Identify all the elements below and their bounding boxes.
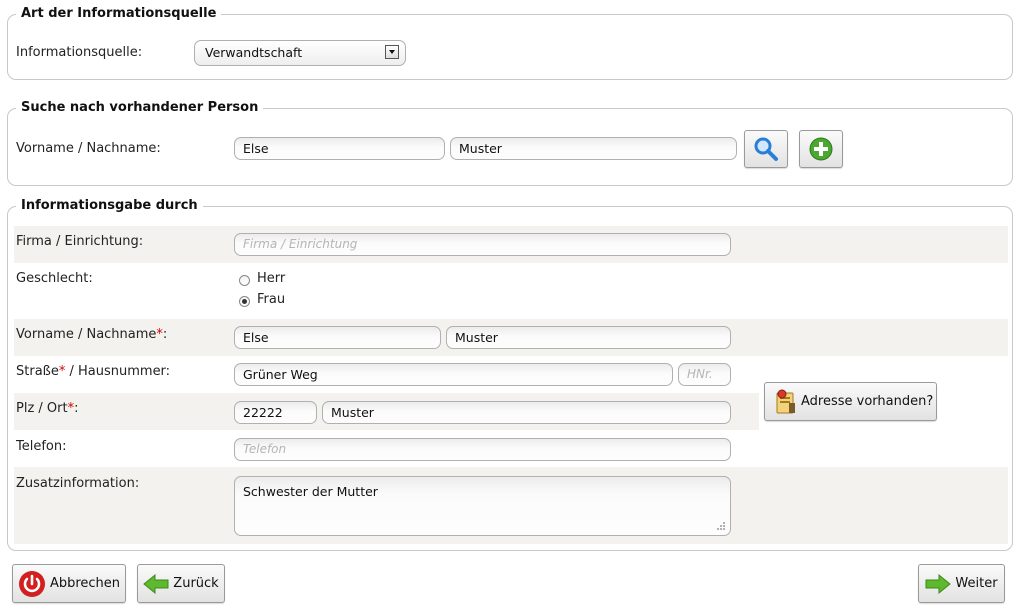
info-source-legend: Art der Informationsquelle (16, 5, 222, 23)
address-exists-button[interactable]: Adresse vorhanden? (764, 382, 937, 421)
search-name-label: Vorname / Nachname: (16, 141, 161, 156)
back-button[interactable]: Zurück (137, 564, 225, 603)
phone-input[interactable]: Telefon (234, 438, 731, 461)
info-source-select[interactable]: Verwandtschaft (194, 40, 406, 66)
company-label: Firma / Einrichtung: (16, 234, 144, 249)
gender-radio-herr[interactable] (239, 275, 250, 286)
last-name-input[interactable]: Muster (446, 326, 731, 349)
next-label: Weiter (955, 576, 998, 591)
extra-info-textarea[interactable]: Schwester der Mutter (234, 476, 731, 536)
gender-label: Geschlecht: (16, 271, 93, 286)
address-book-icon (776, 389, 795, 413)
next-button[interactable]: Weiter (918, 564, 1005, 603)
search-person-legend: Suche nach vorhandener Person (16, 99, 264, 117)
label-colon: : (74, 401, 79, 416)
gender-radio-frau[interactable] (239, 296, 250, 307)
street-label: Straße* / Hausnummer: (16, 364, 170, 380)
resize-grip-icon[interactable] (716, 521, 726, 531)
info-source-label: Informationsquelle: (16, 45, 143, 60)
street-label-text: Straße (16, 364, 59, 379)
plus-circle-icon (809, 137, 833, 161)
back-label: Zurück (173, 576, 219, 591)
search-first-name-input[interactable]: Else (234, 137, 445, 160)
dropdown-arrow-icon[interactable] (385, 45, 399, 59)
zip-city-label-text: Plz / Ort (16, 401, 68, 416)
house-number-label-text: / Hausnummer: (65, 364, 171, 379)
name-label: Vorname / Nachname*: (16, 327, 167, 343)
arrow-left-icon (143, 573, 169, 594)
street-input[interactable]: Grüner Weg (234, 363, 673, 386)
info-source-selected-value: Verwandtschaft (205, 45, 303, 60)
name-label-text: Vorname / Nachname (16, 327, 157, 342)
first-name-input[interactable]: Else (234, 326, 441, 349)
company-input[interactable]: Firma / Einrichtung (234, 233, 731, 256)
label-colon: : (162, 327, 168, 342)
provider-legend: Informationsgabe durch (16, 197, 203, 215)
zip-city-label: Plz / Ort*: (16, 401, 78, 417)
address-exists-label: Adresse vorhanden? (801, 394, 934, 409)
city-input[interactable]: Muster (322, 401, 731, 424)
arrow-right-icon (925, 573, 952, 594)
info-source-fieldset: Art der Informationsquelle (7, 5, 1013, 80)
search-last-name-input[interactable]: Muster (450, 137, 737, 160)
extra-info-text: Schwester der Mutter (243, 484, 378, 499)
extra-info-label: Zusatzinformation: (16, 476, 140, 491)
cancel-button[interactable]: Abbrechen (12, 564, 126, 603)
magnifier-icon (754, 137, 778, 161)
gender-option-frau: Frau (257, 292, 286, 307)
house-number-input[interactable]: HNr. (678, 363, 731, 386)
search-button[interactable] (744, 130, 788, 168)
zip-input[interactable]: 22222 (234, 401, 317, 424)
phone-label: Telefon: (16, 439, 67, 454)
power-icon (18, 570, 45, 597)
gender-option-herr: Herr (257, 271, 286, 286)
add-person-button[interactable] (799, 130, 843, 168)
cancel-label: Abbrechen (49, 576, 121, 591)
